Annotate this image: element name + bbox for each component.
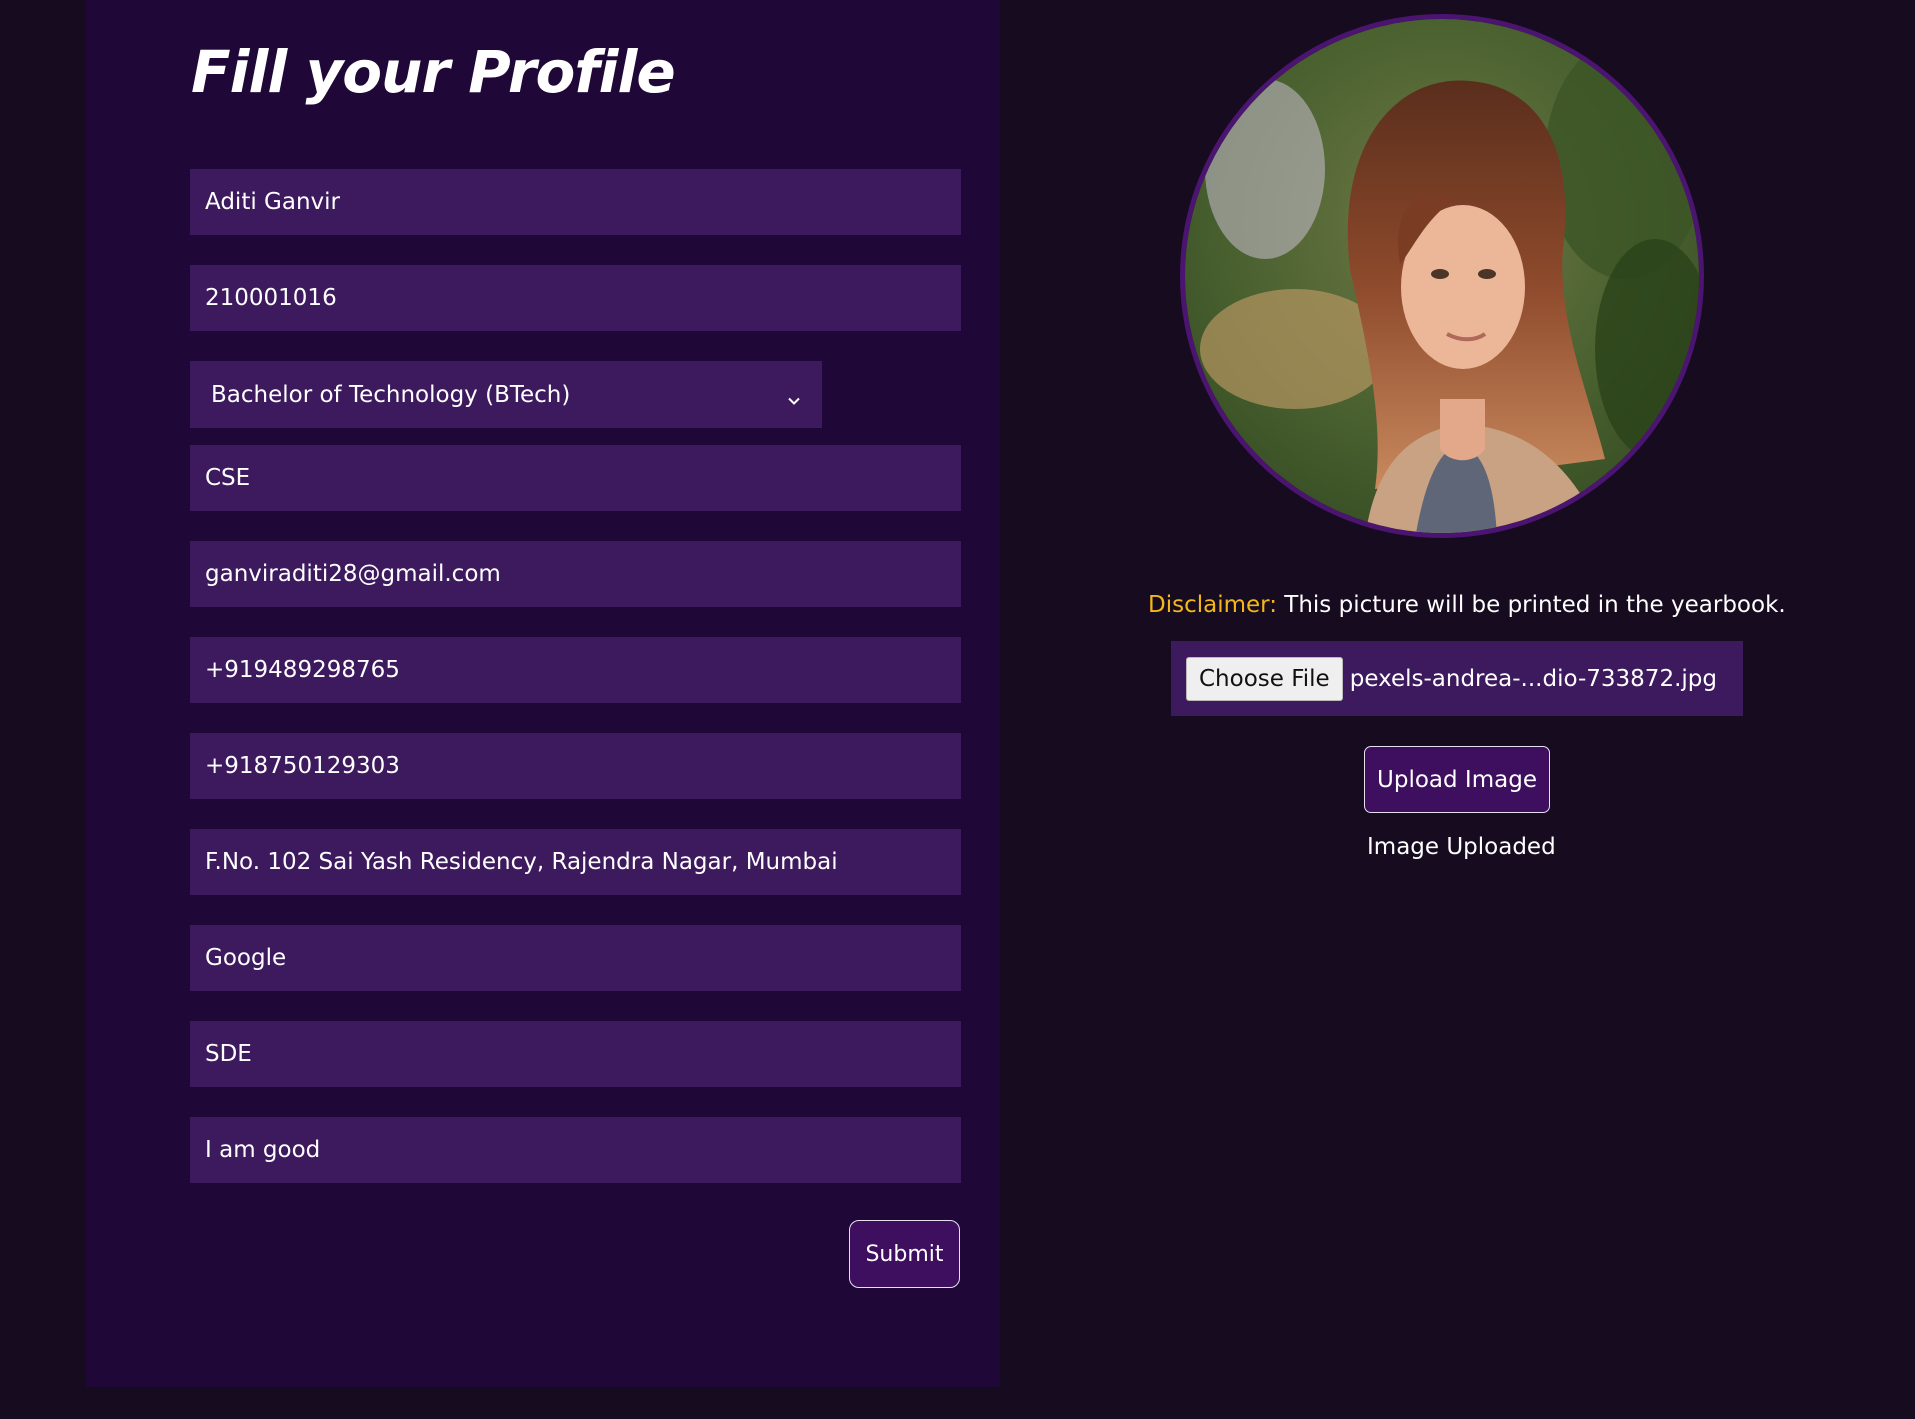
alt-phone-input[interactable]: +918750129303 bbox=[190, 733, 961, 799]
email-input[interactable]: ganviraditi28@gmail.com bbox=[190, 541, 961, 607]
disclaimer-message: This picture will be printed in the year… bbox=[1276, 592, 1786, 618]
disclaimer-label: Disclaimer: bbox=[1148, 592, 1277, 618]
profile-photo bbox=[1180, 14, 1704, 538]
selected-file-name: pexels-andrea-...dio-733872.jpg bbox=[1349, 665, 1717, 692]
disclaimer-text: Disclaimer: This picture will be printed… bbox=[1148, 592, 1786, 618]
profile-form: Fill your Profile Aditi Ganvir 210001016… bbox=[86, 0, 1000, 1387]
phone-input[interactable]: +919489298765 bbox=[190, 637, 961, 703]
profile-page: Fill your Profile Aditi Ganvir 210001016… bbox=[0, 0, 1915, 1419]
file-input[interactable]: Choose File pexels-andrea-...dio-733872.… bbox=[1171, 641, 1743, 716]
submit-button[interactable]: Submit bbox=[849, 1220, 960, 1288]
branch-input[interactable]: CSE bbox=[190, 445, 961, 511]
role-input[interactable]: SDE bbox=[190, 1021, 961, 1087]
name-input[interactable]: Aditi Ganvir bbox=[190, 169, 961, 235]
address-input[interactable]: F.No. 102 Sai Yash Residency, Rajendra N… bbox=[190, 829, 961, 895]
upload-image-button[interactable]: Upload Image bbox=[1364, 746, 1550, 813]
degree-select[interactable]: Bachelor of Technology (BTech) bbox=[190, 361, 822, 428]
company-input[interactable]: Google bbox=[190, 925, 961, 991]
chevron-down-icon bbox=[787, 388, 801, 405]
about-input[interactable]: I am good bbox=[190, 1117, 961, 1183]
degree-select-value: Bachelor of Technology (BTech) bbox=[211, 381, 571, 408]
choose-file-button[interactable]: Choose File bbox=[1186, 656, 1343, 701]
roll-number-input[interactable]: 210001016 bbox=[190, 265, 961, 331]
upload-status-text: Image Uploaded bbox=[1367, 834, 1556, 860]
form-title: Fill your Profile bbox=[191, 38, 676, 106]
